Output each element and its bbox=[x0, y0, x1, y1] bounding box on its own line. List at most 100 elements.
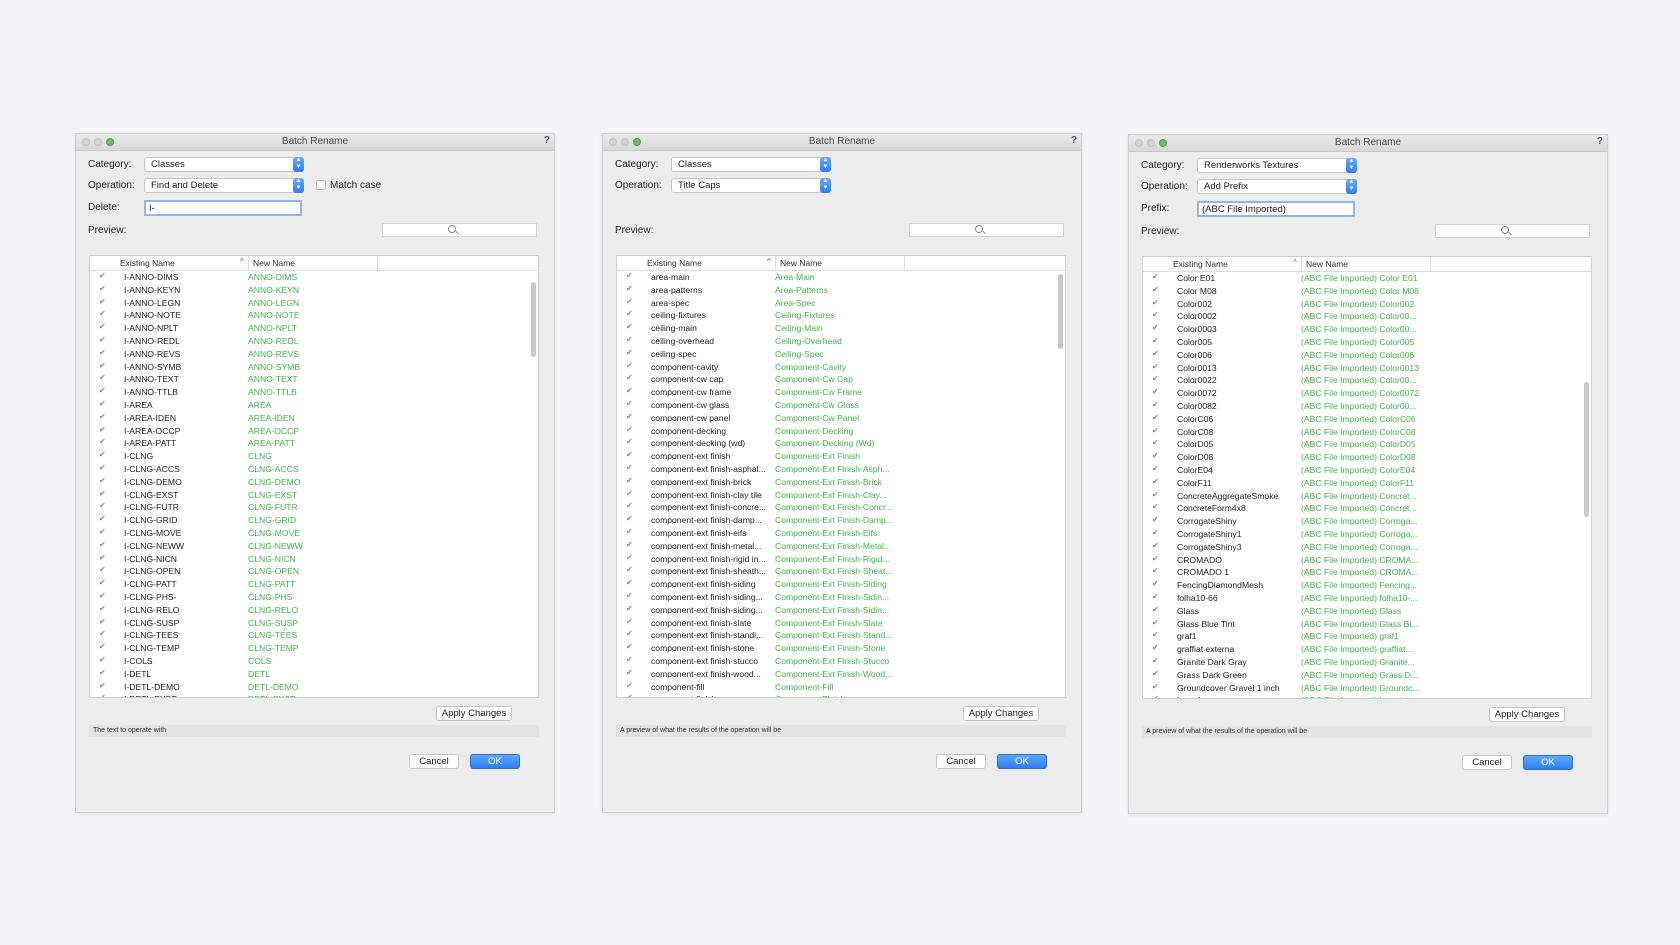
table-row[interactable]: ✔ I-CLNG-NEWW CLNG-NEWW bbox=[90, 540, 526, 553]
table-row[interactable]: ✔ I-CLNG-NICN CLNG-NICN bbox=[90, 553, 526, 566]
checkmark-icon[interactable]: ✔ bbox=[626, 335, 633, 344]
cancel-button[interactable]: Cancel bbox=[409, 754, 459, 769]
cancel-button[interactable]: Cancel bbox=[936, 754, 986, 769]
search-field[interactable] bbox=[909, 223, 1064, 237]
operation-select[interactable]: Title Caps ▲ ▼ bbox=[671, 178, 831, 193]
table-row[interactable]: ✔ component-cw frame Component-Cw Frame bbox=[617, 386, 1053, 399]
checkmark-icon[interactable]: ✔ bbox=[1152, 566, 1159, 575]
table-row[interactable]: ✔ CROMADO (ABC File Imported) CROMA... bbox=[1143, 554, 1579, 567]
table-row[interactable]: ✔ component-decking (wd) Component-Decking… bbox=[617, 437, 1053, 450]
checkmark-icon[interactable]: ✔ bbox=[99, 463, 106, 472]
table-row[interactable]: ✔ I-CLNG-FUTR CLNG-FUTR bbox=[90, 501, 526, 514]
table-row[interactable]: ✔ Glass (ABC File Imported) Glass bbox=[1143, 605, 1579, 618]
title-bar[interactable]: Batch Rename ? bbox=[76, 134, 554, 151]
checkmark-icon[interactable]: ✔ bbox=[626, 527, 633, 536]
table-row[interactable]: ✔ I-DETL-EXSTDETL-EXST bbox=[90, 693, 526, 697]
checkmark-icon[interactable]: ✔ bbox=[1152, 310, 1159, 319]
checkmark-icon[interactable]: ✔ bbox=[1152, 426, 1159, 435]
checkmark-icon[interactable]: ✔ bbox=[1152, 464, 1159, 473]
table-row[interactable]: ✔ Color005 (ABC File Imported) Color005 bbox=[1143, 336, 1579, 349]
table-row[interactable]: ✔ I-ANNO-TTLB ANNO-TTLB bbox=[90, 386, 526, 399]
table-row[interactable]: ✔ area-spec Area-Spec bbox=[617, 297, 1053, 310]
table-row[interactable]: ✔ I-CLNG-PATT CLNG-PATT bbox=[90, 578, 526, 591]
table-row[interactable]: ✔ I-ANNO-NOTE ANNO-NOTE bbox=[90, 309, 526, 322]
checkmark-icon[interactable]: ✔ bbox=[626, 437, 633, 446]
table-row[interactable]: ✔ Grass Dark Green (ABC File Imported) Gra… bbox=[1143, 669, 1579, 682]
category-select[interactable]: Classes ▲ ▼ bbox=[671, 157, 831, 172]
col-existing-name[interactable]: Existing Name bbox=[120, 258, 175, 268]
table-row[interactable]: ✔ component-ext finish-damp... Component-E… bbox=[617, 514, 1053, 527]
table-row[interactable]: ✔ component-cw panel Component-Cw Panel bbox=[617, 412, 1053, 425]
table-row[interactable]: ✔ CorrogateShiny (ABC File Imported) Corro… bbox=[1143, 515, 1579, 528]
table-row[interactable]: ✔ CorrogateShiny3 (ABC File Imported) Corr… bbox=[1143, 541, 1579, 554]
table-row[interactable]: ✔ component-ext finish-wood... Component-E… bbox=[617, 668, 1053, 681]
table-row[interactable]: ✔ ColorC08 (ABC File Imported) ColorC08 bbox=[1143, 426, 1579, 439]
table-row[interactable]: ✔ component-ext finish-metal... Component-… bbox=[617, 540, 1053, 553]
delete-input[interactable]: I- bbox=[144, 200, 302, 216]
table-row[interactable]: ✔ I-AREA AREA bbox=[90, 399, 526, 412]
table-row[interactable]: ✔ Color0082 (ABC File Imported) Color00... bbox=[1143, 400, 1579, 413]
help-icon[interactable]: ? bbox=[544, 135, 550, 146]
apply-changes-button[interactable]: Apply Changes bbox=[963, 706, 1039, 721]
table-row[interactable]: ✔ area-main Area-Main bbox=[617, 271, 1053, 284]
table-row[interactable]: ✔ ColorE04 (ABC File Imported) ColorE04 bbox=[1143, 464, 1579, 477]
checkmark-icon[interactable]: ✔ bbox=[99, 284, 106, 293]
help-icon[interactable]: ? bbox=[1597, 136, 1603, 147]
checkmark-icon[interactable]: ✔ bbox=[99, 629, 106, 638]
checkmark-icon[interactable]: ✔ bbox=[1152, 490, 1159, 499]
checkmark-icon[interactable]: ✔ bbox=[1152, 554, 1159, 563]
table-row[interactable]: ✔ I-CLNG-GRID CLNG-GRID bbox=[90, 514, 526, 527]
checkmark-icon[interactable]: ✔ bbox=[626, 271, 633, 280]
table-row[interactable]: ✔ ConcreteForm4x8 (ABC File Imported) Conc… bbox=[1143, 502, 1579, 515]
category-select[interactable]: Classes ▲ ▼ bbox=[144, 157, 304, 172]
table-row[interactable]: ✔ ceiling-main Ceiling-Main bbox=[617, 322, 1053, 335]
checkmark-icon[interactable]: ✔ bbox=[626, 489, 633, 498]
ok-button[interactable]: OK bbox=[1523, 755, 1573, 770]
operation-select[interactable]: Find and Delete ▲ ▼ bbox=[144, 178, 304, 193]
checkmark-icon[interactable]: ✔ bbox=[99, 335, 106, 344]
checkmark-icon[interactable]: ✔ bbox=[99, 271, 106, 280]
checkmark-icon[interactable]: ✔ bbox=[99, 489, 106, 498]
checkmark-icon[interactable]: ✔ bbox=[626, 553, 633, 562]
table-row[interactable]: ✔ I-CLNG-DEMO CLNG-DEMO bbox=[90, 476, 526, 489]
checkmark-icon[interactable]: ✔ bbox=[1152, 336, 1159, 345]
table-row[interactable]: ✔ component-ext finish-standi... Component… bbox=[617, 629, 1053, 642]
match-case-checkbox[interactable] bbox=[316, 180, 326, 190]
table-row[interactable]: ✔ I-ANNO-DIMS ANNO-DIMS bbox=[90, 271, 526, 284]
checkmark-icon[interactable]: ✔ bbox=[1152, 656, 1159, 665]
checkmark-icon[interactable]: ✔ bbox=[1152, 643, 1159, 652]
checkmark-icon[interactable]: ✔ bbox=[99, 297, 106, 306]
table-row[interactable]: ✔ ceiling-fixtures Ceiling-Fixtures bbox=[617, 309, 1053, 322]
checkmark-icon[interactable]: ✔ bbox=[626, 578, 633, 587]
checkmark-icon[interactable]: ✔ bbox=[1152, 682, 1159, 691]
checkmark-icon[interactable]: ✔ bbox=[626, 540, 633, 549]
checkmark-icon[interactable]: ✔ bbox=[99, 450, 106, 459]
table-row[interactable]: ✔ Color0022 (ABC File Imported) Color00... bbox=[1143, 374, 1579, 387]
table-row[interactable]: ✔ component-ext finish-rigid in... Compone… bbox=[617, 553, 1053, 566]
checkmark-icon[interactable]: ✔ bbox=[99, 565, 106, 574]
col-new-name[interactable]: New Name bbox=[1306, 259, 1348, 269]
table-row[interactable]: ✔ I-CLNG-OPEN CLNG-OPEN bbox=[90, 565, 526, 578]
table-row[interactable]: ✔ CorrogateShiny1 (ABC File Imported) Corr… bbox=[1143, 528, 1579, 541]
checkmark-icon[interactable]: ✔ bbox=[99, 591, 106, 600]
table-row[interactable]: ✔ Groundcover Gravel 1 inch (ABC File Impo… bbox=[1143, 682, 1579, 695]
table-row[interactable]: ✔ Color E01 (ABC File Imported) Color E01 bbox=[1143, 272, 1579, 285]
table-row[interactable]: ✔ I-ANNO-KEYN ANNO-KEYN bbox=[90, 284, 526, 297]
checkmark-icon[interactable]: ✔ bbox=[1152, 618, 1159, 627]
table-row[interactable]: ✔ component-ext finish Component-Ext Finis… bbox=[617, 450, 1053, 463]
checkmark-icon[interactable]: ✔ bbox=[626, 501, 633, 510]
checkmark-icon[interactable]: ✔ bbox=[99, 681, 106, 690]
checkmark-icon[interactable]: ✔ bbox=[626, 681, 633, 690]
table-row[interactable]: ✔ I-ANNO-REVS ANNO-REVS bbox=[90, 348, 526, 361]
table-row[interactable]: ✔ area-patterns Area-Patterns bbox=[617, 284, 1053, 297]
checkmark-icon[interactable]: ✔ bbox=[99, 399, 106, 408]
checkmark-icon[interactable]: ✔ bbox=[99, 604, 106, 613]
table-row[interactable]: ✔ I-CLNG-TEES CLNG-TEES bbox=[90, 629, 526, 642]
checkmark-icon[interactable]: ✔ bbox=[99, 412, 106, 421]
checkmark-icon[interactable]: ✔ bbox=[99, 668, 106, 677]
checkmark-icon[interactable]: ✔ bbox=[1152, 541, 1159, 550]
table-row[interactable]: ✔ component-ext finish-asphal... Component… bbox=[617, 463, 1053, 476]
table-row[interactable]: ✔ ColorD08 (ABC File Imported) ColorD08 bbox=[1143, 451, 1579, 464]
title-bar[interactable]: Batch Rename ? bbox=[1129, 135, 1607, 152]
table-row[interactable]: ✔ component-cavity Component-Cavity bbox=[617, 361, 1053, 374]
